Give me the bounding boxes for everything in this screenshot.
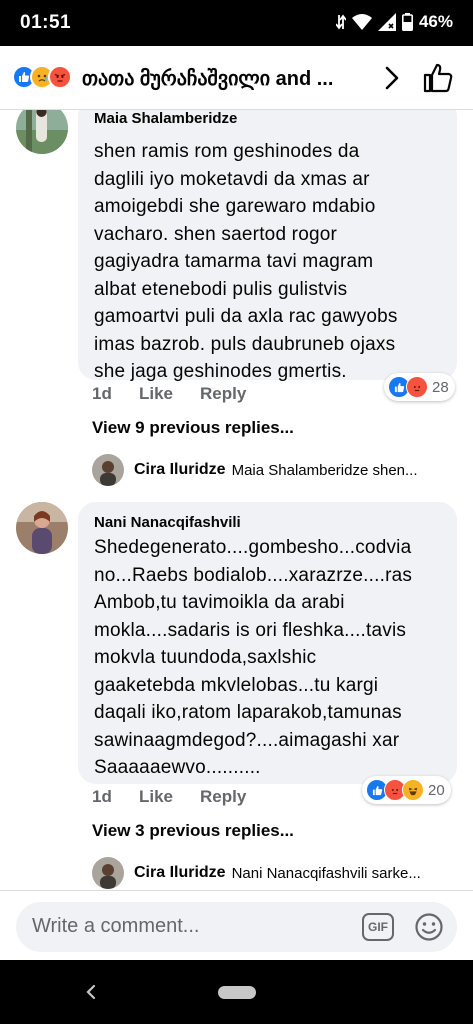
comment-text: shen ramis rom geshinodes da daglili iyo…: [94, 141, 398, 382]
post-header: თათა მურაჩაშვილი and ...: [0, 46, 473, 110]
comment-input-placeholder[interactable]: Write a comment...: [32, 915, 199, 938]
comment-author[interactable]: Maia Shalamberidze: [94, 110, 237, 127]
reply-author[interactable]: Cira Iluridze: [134, 864, 226, 882]
reply-link[interactable]: Reply: [200, 787, 246, 807]
battery-icon: [401, 13, 413, 31]
comment-composer: Write a comment... GIF: [0, 890, 473, 960]
reaction-summary[interactable]: 20: [362, 776, 451, 804]
data-arrows-icon: [335, 14, 346, 30]
like-link[interactable]: Like: [139, 384, 200, 404]
status-bar: 01:51 46%: [0, 0, 473, 46]
emoji-icon[interactable]: [414, 912, 444, 942]
avatar[interactable]: [92, 857, 124, 889]
view-previous-replies[interactable]: View 3 previous replies...: [92, 821, 294, 841]
view-previous-replies[interactable]: View 9 previous replies...: [92, 418, 294, 438]
avatar[interactable]: [16, 502, 68, 554]
comment-bubble[interactable]: Nani Nanacqifashvili Shedegenerato....go…: [78, 502, 457, 784]
haha-reaction-icon: [402, 779, 424, 801]
wifi-icon: [351, 14, 372, 30]
system-nav-bar: [0, 960, 473, 1024]
home-pill[interactable]: [218, 986, 256, 999]
comment-author[interactable]: Nani Nanacqifashvili: [94, 514, 241, 531]
reply-link[interactable]: Reply: [200, 384, 246, 404]
like-button-icon[interactable]: [422, 62, 454, 94]
reply-preview[interactable]: Cira Iluridze Nani Nanacqifashvili sarke…: [92, 856, 452, 890]
reply-preview[interactable]: Cira Iluridze Maia Shalamberidze shen...: [92, 453, 452, 487]
reply-author[interactable]: Cira Iluridze: [134, 461, 226, 479]
like-link[interactable]: Like: [139, 787, 200, 807]
comment-time: 1d: [92, 787, 112, 806]
comment-actions: 1d Like Reply: [92, 384, 246, 404]
status-icons: 46%: [335, 12, 453, 32]
reaction-summary[interactable]: 28: [384, 373, 455, 401]
avatar[interactable]: [92, 454, 124, 486]
back-icon[interactable]: [84, 982, 98, 1002]
comments-feed[interactable]: Maia Shalamberidze shen ramis rom geshin…: [0, 110, 473, 890]
avatar[interactable]: [16, 110, 68, 154]
reaction-count: 28: [432, 378, 449, 396]
comment-time: 1d: [92, 384, 112, 403]
battery-percent: 46%: [418, 12, 453, 31]
gif-button[interactable]: GIF: [362, 913, 394, 941]
post-title[interactable]: თათა მურაჩაშვილი and ...: [82, 66, 372, 91]
chevron-right-icon[interactable]: [380, 64, 404, 92]
reaction-count: 20: [428, 781, 445, 799]
reply-snippet: Nani Nanacqifashvili sarke...: [231, 864, 421, 882]
comment-bubble[interactable]: Maia Shalamberidze shen ramis rom geshin…: [78, 110, 457, 382]
header-reaction-icons: [12, 65, 72, 89]
reply-snippet: Maia Shalamberidze shen...: [231, 461, 418, 479]
angry-reaction-icon: [406, 376, 428, 398]
comment-actions: 1d Like Reply: [92, 787, 246, 807]
angry-reaction-icon: [48, 65, 72, 89]
comment-text: Shedegenerato....gombesho...codvia no...…: [94, 537, 413, 778]
status-time: 01:51: [20, 12, 72, 33]
signal-icon: [377, 13, 396, 31]
comment-input[interactable]: Write a comment... GIF: [16, 902, 457, 952]
